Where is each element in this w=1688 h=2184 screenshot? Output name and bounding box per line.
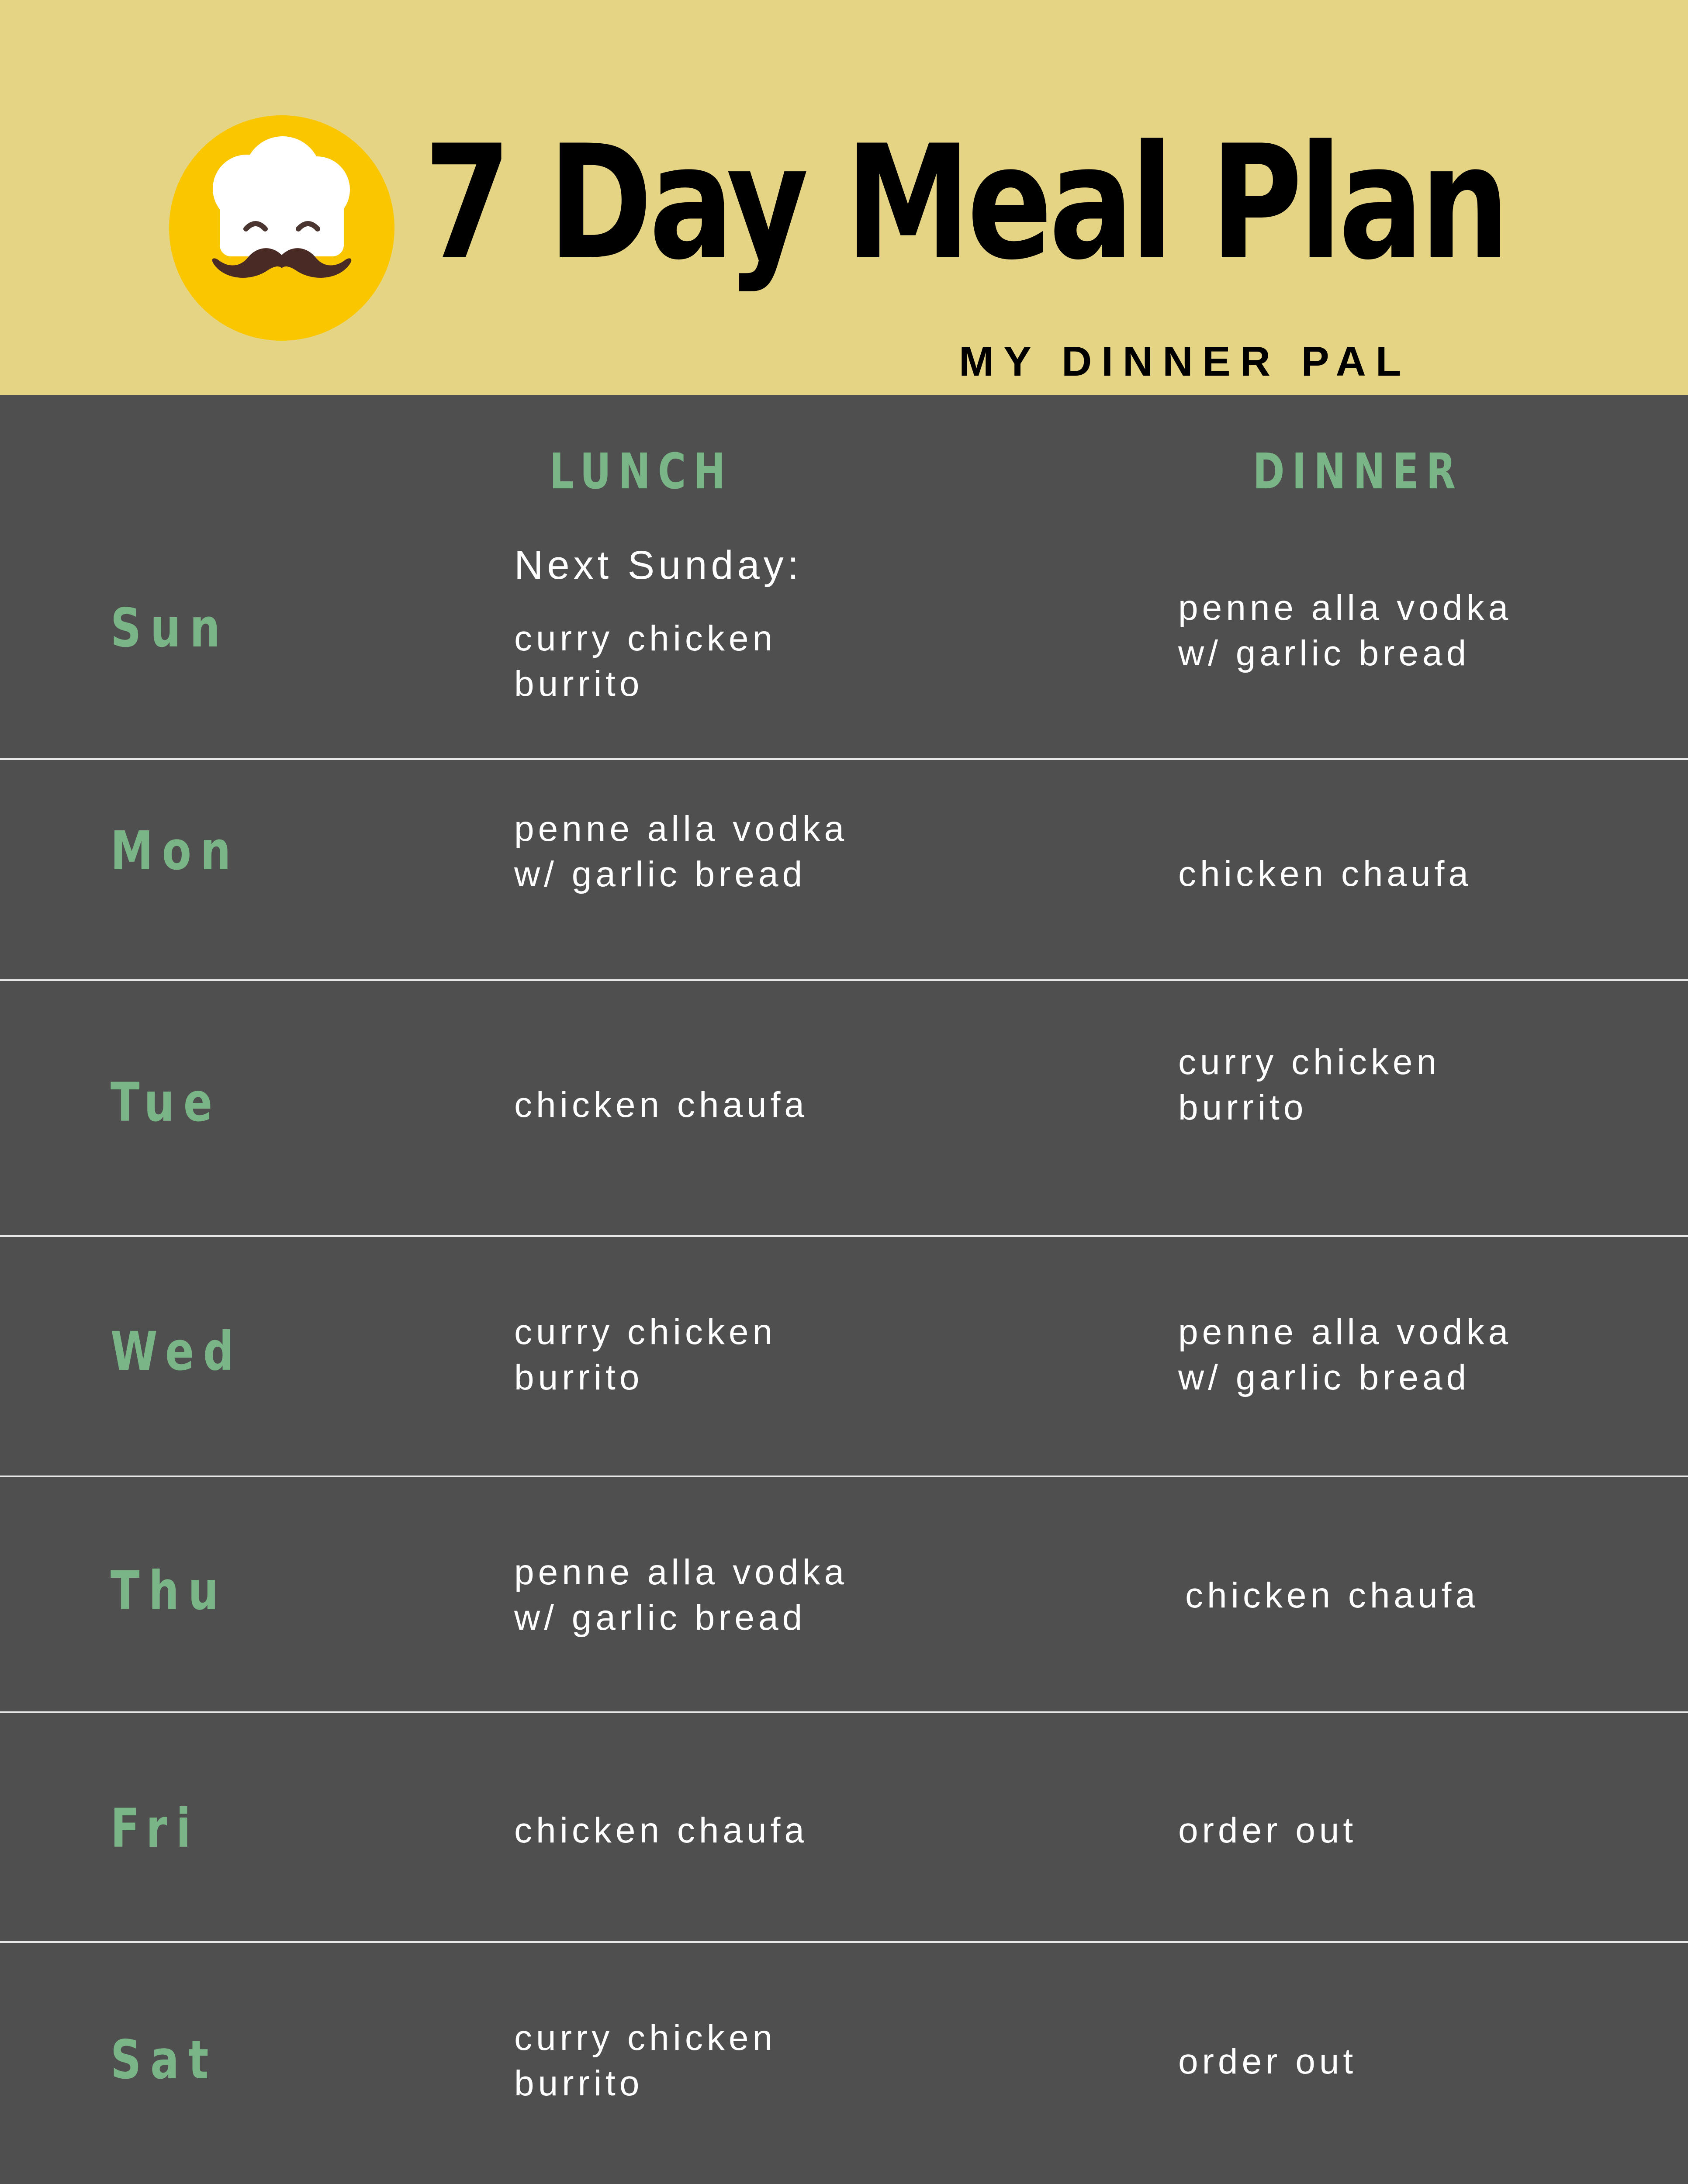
dinner-meal: chicken chaufa [1178, 854, 1473, 894]
dinner-meal: penne alla vodka w/ garlic bread [1178, 588, 1512, 673]
lunch-note: Next Sunday: [514, 543, 803, 587]
lunch-meal: chicken chaufa [514, 1085, 809, 1125]
dinner-meal: order out [1178, 2042, 1357, 2081]
day-label: Sun [111, 597, 229, 659]
day-label: Tue [111, 1071, 221, 1133]
lunch-meal: curry chicken burrito [514, 2018, 777, 2103]
day-row-fri: Fri chicken chaufa order out [0, 1713, 1688, 1943]
day-label: Wed [111, 1320, 243, 1382]
dinner-meal: chicken chaufa [1185, 1576, 1480, 1615]
lunch-meal: curry chicken burrito [514, 619, 777, 704]
dinner-meal: curry chicken burrito [1178, 1042, 1441, 1127]
day-row-tue: Tue chicken chaufa curry chicken burrito [0, 981, 1688, 1237]
lunch-meal: penne alla vodka w/ garlic bread [514, 809, 848, 894]
day-label: Sat [111, 2029, 218, 2091]
day-row-wed: Wed curry chicken burrito penne alla vod… [0, 1237, 1688, 1477]
lunch-meal: curry chicken burrito [514, 1312, 777, 1397]
day-row-thu: Thu penne alla vodka w/ garlic bread chi… [0, 1477, 1688, 1713]
lunch-meal: chicken chaufa [514, 1811, 809, 1850]
page-title: 7 Day Meal Plan [424, 111, 1510, 294]
dinner-meal: penne alla vodka w/ garlic bread [1178, 1312, 1512, 1397]
day-label: Fri [111, 1797, 200, 1859]
dinner-meal: order out [1178, 1811, 1357, 1850]
header-banner: 7 Day Meal Plan MY DINNER PAL [0, 0, 1688, 395]
day-row-sun: Sun Next Sunday: curry chicken burrito p… [0, 395, 1688, 760]
day-label: Mon [111, 820, 240, 882]
day-label: Thu [111, 1560, 228, 1622]
brand-subtitle: MY DINNER PAL [959, 338, 1411, 385]
day-row-mon: Mon penne alla vodka w/ garlic bread chi… [0, 760, 1688, 981]
lunch-meal: penne alla vodka w/ garlic bread [514, 1552, 848, 1638]
chef-hat-mustache-icon [169, 115, 394, 341]
meal-plan-table: LUNCH DINNER Sun Next Sunday: curry chic… [0, 395, 1688, 2184]
day-row-sat: Sat curry chicken burrito order out [0, 1943, 1688, 2184]
